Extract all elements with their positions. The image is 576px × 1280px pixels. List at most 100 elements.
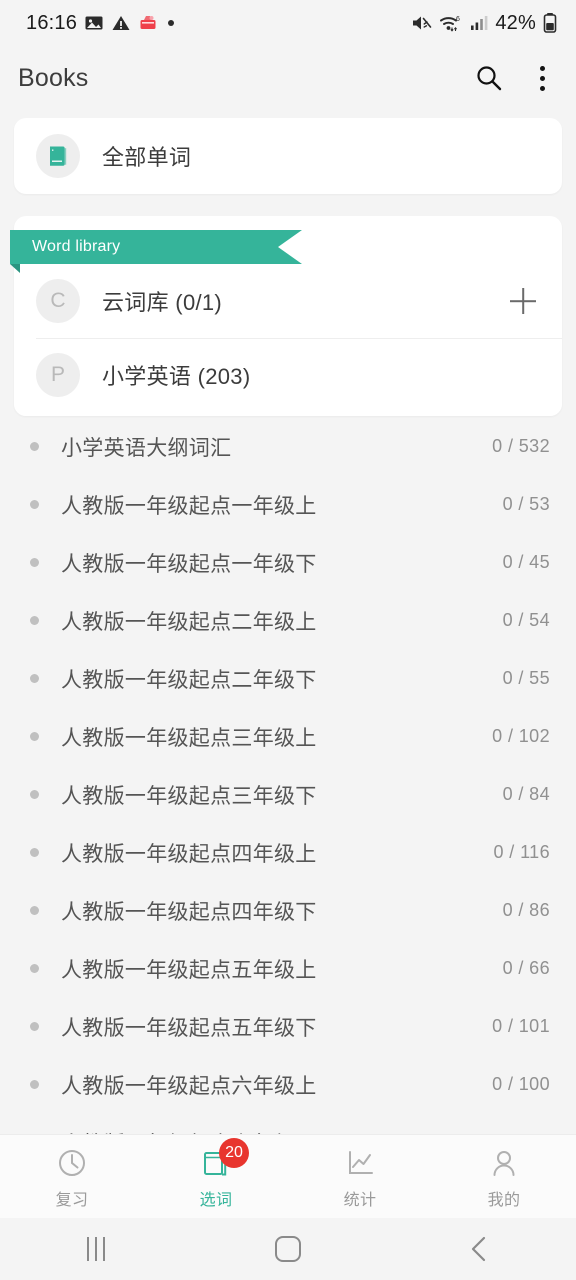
battery-icon	[543, 13, 557, 33]
app-notification-icon	[140, 16, 156, 29]
book-row[interactable]: 人教版一年级起点五年级下 0 / 101	[0, 998, 576, 1056]
search-icon[interactable]	[474, 63, 504, 93]
app-bar: Books	[0, 46, 576, 110]
book-name: 人教版一年级起点一年级下	[61, 552, 317, 576]
book-icon	[36, 133, 80, 178]
android-nav-bar	[0, 1218, 576, 1280]
book-count: 0 / 66	[502, 958, 550, 979]
book-count: 0 / 54	[502, 610, 550, 631]
avatar: P	[36, 352, 80, 397]
bullet-icon	[30, 732, 39, 742]
tab-profile[interactable]: 我的	[432, 1135, 576, 1218]
status-time: 16:16	[26, 11, 78, 34]
back-chevron-icon[interactable]	[384, 1218, 576, 1280]
library-row-label: 云词库 (0/1)	[102, 289, 223, 315]
tab-label: 选词	[199, 1191, 233, 1209]
book-row[interactable]: 人教版一年级起点一年级上 0 / 53	[0, 476, 576, 534]
book-count: 0 / 116	[493, 842, 550, 863]
library-row-cloud[interactable]: C 云词库 (0/1)	[14, 264, 562, 338]
book-count: 0 / 532	[492, 436, 550, 457]
book-count: 0 / 102	[492, 726, 550, 747]
bullet-icon	[30, 790, 39, 800]
svg-text:6: 6	[456, 16, 460, 23]
bullet-icon	[30, 674, 39, 684]
battery-percent: 42%	[495, 11, 536, 34]
library-row-label: 小学英语 (203)	[102, 363, 251, 389]
book-name: 人教版一年级起点二年级上	[61, 610, 317, 634]
book-name: 人教版一年级起点一年级上	[61, 494, 317, 518]
book-count: 0 / 45	[502, 552, 550, 573]
book-name: 人教版一年级起点二年级下	[61, 668, 317, 692]
book-name: 人教版一年级起点四年级下	[61, 900, 317, 924]
plus-icon[interactable]	[506, 284, 540, 318]
bullet-icon	[30, 558, 39, 568]
book-count: 0 / 55	[502, 668, 550, 689]
book-name: 人教版一年级起点三年级下	[61, 784, 317, 808]
book-row[interactable]: 人教版一年级起点四年级上 0 / 116	[0, 824, 576, 882]
avatar-letter: P	[50, 362, 65, 386]
tab-review[interactable]: 复习	[0, 1135, 144, 1218]
book-row[interactable]: 人教版一年级起点二年级上 0 / 54	[0, 592, 576, 650]
word-library-section: C 云词库 (0/1) P 小学英语 (203) Word library	[0, 215, 576, 416]
book-row[interactable]: 人教版一年级起点六年级下0 / 41	[0, 1114, 576, 1134]
book-row[interactable]: 小学英语大纲词汇 0 / 532	[0, 418, 576, 476]
book-row[interactable]: 人教版一年级起点四年级下 0 / 86	[0, 882, 576, 940]
bullet-icon	[30, 1080, 39, 1090]
book-count: 0 / 84	[502, 784, 550, 805]
avatar-letter: C	[50, 288, 66, 312]
ribbon-label-wrap: Word library	[10, 230, 302, 264]
book-row[interactable]: 人教版一年级起点二年级下 0 / 55	[0, 650, 576, 708]
page-title: Books	[18, 63, 89, 92]
tab-select-words[interactable]: 20 选词	[144, 1135, 288, 1218]
all-words-card[interactable]: 全部单词	[14, 118, 562, 194]
phone-screen: 16:16 6 42% Books 全部单词 C 云词库 (0/1) P 小学英…	[0, 0, 576, 1280]
book-count: 0 / 86	[502, 900, 550, 921]
library-row-primary-english[interactable]: P 小学英语 (203)	[14, 337, 562, 412]
bullet-icon	[30, 442, 39, 452]
book-row[interactable]: 人教版一年级起点三年级下 0 / 84	[0, 766, 576, 824]
book-name: 人教版一年级起点三年级上	[61, 726, 317, 750]
app-bar-actions	[474, 63, 554, 93]
book-list[interactable]: 小学英语大纲词汇 0 / 532 人教版一年级起点一年级上 0 / 53 人教版一年级起…	[0, 418, 576, 1134]
all-words-label: 全部单词	[102, 144, 192, 170]
book-name: 人教版一年级起点五年级下	[61, 1016, 317, 1040]
status-bar-right: 6 42%	[411, 12, 558, 35]
signal-bars-icon	[471, 16, 488, 30]
book-row[interactable]: 人教版一年级起点三年级上 0 / 102	[0, 708, 576, 766]
dot-indicator-icon	[168, 20, 175, 26]
ribbon-label: Word library	[32, 237, 121, 255]
book-icon: 20	[197, 1137, 249, 1182]
bullet-icon	[30, 964, 39, 974]
image-icon	[85, 16, 103, 30]
word-library-rows: C 云词库 (0/1) P 小学英语 (203)	[14, 263, 562, 416]
bullet-icon	[30, 616, 39, 626]
book-name: 人教版一年级起点六年级上	[61, 1074, 317, 1098]
wifi-6-icon: 6	[440, 16, 460, 32]
tab-badge: 20	[219, 1137, 249, 1168]
bottom-tab-bar: 复习 20 选词 统计 我的	[0, 1134, 576, 1218]
book-row[interactable]: 人教版一年级起点五年级上 0 / 66	[0, 940, 576, 998]
warning-triangle-icon	[112, 16, 130, 30]
book-count: 0 / 101	[492, 1016, 550, 1037]
book-row[interactable]: 人教版一年级起点六年级上 0 / 100	[0, 1056, 576, 1114]
avatar: C	[36, 278, 80, 323]
book-row[interactable]: 人教版一年级起点一年级下 0 / 45	[0, 534, 576, 592]
tab-label: 我的	[487, 1191, 521, 1209]
book-name: 人教版一年级起点五年级上	[61, 958, 317, 982]
book-name: 小学英语大纲词汇	[61, 436, 232, 460]
mute-icon	[413, 16, 432, 30]
clock-icon	[53, 1144, 91, 1182]
book-count: 0 / 100	[492, 1074, 550, 1095]
bullet-icon	[30, 848, 39, 858]
more-vertical-icon[interactable]	[530, 63, 554, 93]
book-count: 0 / 53	[502, 494, 550, 515]
chart-icon	[341, 1144, 379, 1182]
bullet-icon	[30, 500, 39, 510]
book-name: 人教版一年级起点四年级上	[61, 842, 317, 866]
recents-icon[interactable]	[0, 1218, 192, 1280]
tab-statistics[interactable]: 统计	[288, 1135, 432, 1218]
tab-label: 统计	[343, 1191, 377, 1209]
home-icon[interactable]	[192, 1218, 384, 1280]
status-bar: 16:16 6 42%	[0, 0, 576, 46]
bullet-icon	[30, 1022, 39, 1032]
